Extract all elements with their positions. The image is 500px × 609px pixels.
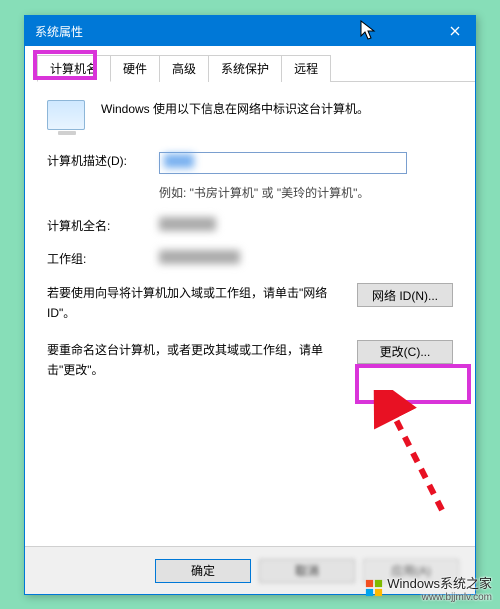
workgroup-value: WORKGROUP — [159, 250, 240, 264]
change-text: 要重命名这台计算机，或者更改其域或工作组，请单击"更改"。 — [47, 340, 347, 381]
system-properties-dialog: 系统属性 计算机名 硬件 高级 系统保护 远程 Windows 使用以下信息在网… — [24, 15, 476, 595]
tab-remote[interactable]: 远程 — [281, 55, 331, 82]
tabs: 计算机名 硬件 高级 系统保护 远程 — [37, 54, 475, 82]
computer-icon — [47, 100, 85, 130]
watermark-brand: Windows系统之家 — [387, 576, 492, 591]
network-id-text: 若要使用向导将计算机加入域或工作组，请单击"网络 ID"。 — [47, 283, 347, 324]
watermark: Windows系统之家 www.bjjmlv.com — [365, 573, 492, 603]
tab-advanced[interactable]: 高级 — [159, 55, 209, 82]
watermark-url: www.bjjmlv.com — [387, 592, 492, 603]
windows-logo-icon — [365, 579, 383, 597]
tab-computer-name[interactable]: 计算机名 — [37, 55, 111, 82]
network-id-button[interactable]: 网络 ID(N)... — [357, 283, 453, 307]
workgroup-label: 工作组: — [47, 250, 147, 267]
ok-button[interactable]: 确定 — [155, 559, 251, 583]
cancel-button[interactable]: 取消 — [259, 559, 355, 583]
intro-text: Windows 使用以下信息在网络中标识这台计算机。 — [101, 100, 369, 117]
description-label: 计算机描述(D): — [47, 152, 147, 169]
window-title: 系统属性 — [35, 23, 435, 40]
description-input[interactable] — [159, 152, 407, 174]
tab-system-protection[interactable]: 系统保护 — [208, 55, 282, 82]
change-button[interactable]: 更改(C)... — [357, 340, 453, 364]
description-example: 例如: "书房计算机" 或 "美玲的计算机"。 — [159, 184, 453, 201]
full-name-label: 计算机全名: — [47, 217, 147, 234]
full-name-value: DESKTOP — [159, 217, 216, 231]
titlebar[interactable]: 系统属性 — [25, 16, 475, 46]
close-button[interactable] — [435, 16, 475, 46]
tab-hardware[interactable]: 硬件 — [110, 55, 160, 82]
tab-content: Windows 使用以下信息在网络中标识这台计算机。 计算机描述(D): 例如:… — [25, 82, 475, 415]
